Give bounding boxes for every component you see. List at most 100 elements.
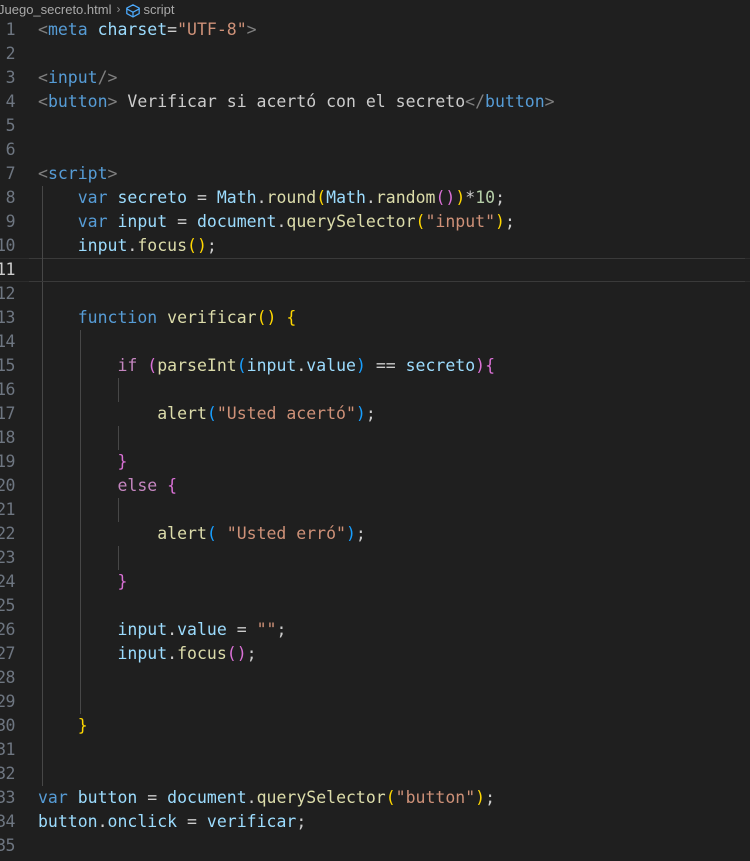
line-number: 8 — [5, 188, 15, 207]
code-line[interactable]: 24 } — [0, 570, 750, 594]
code-line[interactable]: 31 — [0, 738, 750, 762]
indent-guide — [118, 426, 119, 450]
line-number: 31 — [0, 740, 15, 759]
breadcrumb-separator: › — [116, 2, 121, 16]
line-content[interactable]: <button> Verificar si acertó con el secr… — [38, 90, 555, 114]
code-line[interactable]: 26 input.value = ""; — [0, 618, 750, 642]
line-content[interactable]: } — [38, 714, 88, 738]
line-number: 22 — [0, 524, 15, 543]
breadcrumb[interactable]: Juego_secreto.html › script — [0, 0, 750, 18]
indent-guide — [42, 690, 43, 714]
code-line[interactable]: 6 — [0, 138, 750, 162]
line-number: 17 — [0, 404, 15, 423]
code-line[interactable]: 4 <button> Verificar si acertó con el se… — [0, 90, 750, 114]
code-line[interactable]: 17 alert("Usted acertó"); — [0, 402, 750, 426]
code-line[interactable]: 34 button.onclick = verificar; — [0, 810, 750, 834]
code-line[interactable]: 10 input.focus(); — [0, 234, 750, 258]
line-content[interactable]: var button = document.querySelector("but… — [38, 786, 495, 810]
code-line[interactable]: 22 alert( "Usted erró"); — [0, 522, 750, 546]
line-number: 19 — [0, 452, 15, 471]
code-line[interactable]: 33 var button = document.querySelector("… — [0, 786, 750, 810]
code-line[interactable]: 8 var secreto = Math.round(Math.random()… — [0, 186, 750, 210]
code-line[interactable]: 13 function verificar() { — [0, 306, 750, 330]
breadcrumb-symbol[interactable]: script — [143, 2, 174, 17]
indent-guide — [42, 498, 43, 522]
indent-guide — [118, 498, 119, 522]
line-content[interactable]: input.focus(); — [38, 234, 217, 258]
code-line[interactable]: 18 — [0, 426, 750, 450]
code-line[interactable]: 5 — [0, 114, 750, 138]
line-number: 11 — [0, 260, 15, 279]
code-line[interactable]: 27 input.focus(); — [0, 642, 750, 666]
indent-guide — [118, 378, 119, 402]
indent-guide — [42, 426, 43, 450]
line-content[interactable]: var secreto = Math.round(Math.random())*… — [38, 186, 505, 210]
line-content[interactable]: var input = document.querySelector("inpu… — [38, 210, 515, 234]
code-line[interactable]: 25 — [0, 594, 750, 618]
line-number: 15 — [0, 356, 15, 375]
indent-guide — [42, 594, 43, 618]
line-content[interactable]: <input/> — [38, 66, 117, 90]
line-content[interactable]: alert( "Usted erró"); — [38, 522, 366, 546]
code-line[interactable]: 14 — [0, 330, 750, 354]
code-line[interactable]: 1 <meta charset="UTF-8"> — [0, 18, 750, 42]
indent-guide — [80, 546, 81, 570]
breadcrumb-file[interactable]: Juego_secreto.html — [0, 2, 111, 17]
line-number: 7 — [5, 164, 15, 183]
line-number: 26 — [0, 620, 15, 639]
indent-guide — [80, 666, 81, 690]
indent-guide — [42, 330, 43, 354]
line-content[interactable]: alert("Usted acertó"); — [38, 402, 376, 426]
code-line[interactable]: 23 — [0, 546, 750, 570]
indent-guide — [42, 258, 43, 282]
code-line-active[interactable]: 11 — [0, 258, 750, 282]
line-content[interactable]: } — [38, 450, 127, 474]
code-line[interactable]: 20 else { — [0, 474, 750, 498]
code-line[interactable]: 21 — [0, 498, 750, 522]
code-line[interactable]: 28 — [0, 666, 750, 690]
line-content[interactable]: <meta charset="UTF-8"> — [38, 18, 257, 42]
line-number: 14 — [0, 332, 15, 351]
line-number: 21 — [0, 500, 15, 519]
code-line[interactable]: 2 — [0, 42, 750, 66]
indent-guide — [80, 498, 81, 522]
line-content[interactable]: button.onclick = verificar; — [38, 810, 306, 834]
code-line[interactable]: 9 var input = document.querySelector("in… — [0, 210, 750, 234]
indent-guide — [80, 690, 81, 714]
line-number: 12 — [0, 284, 15, 303]
indent-guide — [42, 378, 43, 402]
code-line[interactable]: 30 } — [0, 714, 750, 738]
line-number: 2 — [5, 44, 15, 63]
line-number: 25 — [0, 596, 15, 615]
line-content[interactable]: function verificar() { — [38, 306, 297, 330]
code-line[interactable]: 12 — [0, 282, 750, 306]
code-line[interactable]: 29 — [0, 690, 750, 714]
line-number: 33 — [0, 788, 15, 807]
indent-guide — [42, 546, 43, 570]
line-number: 24 — [0, 572, 15, 591]
cube-icon — [125, 3, 141, 18]
line-content[interactable]: if (parseInt(input.value) == secreto){ — [38, 354, 495, 378]
line-number: 6 — [5, 140, 15, 159]
code-line[interactable]: 32 — [0, 762, 750, 786]
code-line[interactable]: 35 — [0, 834, 750, 858]
line-number: 34 — [0, 812, 15, 831]
code-line[interactable]: 7 <script> — [0, 162, 750, 186]
indent-guide — [80, 594, 81, 618]
line-number: 20 — [0, 476, 15, 495]
code-editor-surface[interactable]: 1 <meta charset="UTF-8"> 2 3 <input/> 4 … — [0, 18, 750, 861]
line-content[interactable]: else { — [38, 474, 177, 498]
line-number: 5 — [5, 116, 15, 135]
line-content[interactable]: <script> — [38, 162, 117, 186]
code-line[interactable]: 19 } — [0, 450, 750, 474]
line-number: 4 — [5, 92, 15, 111]
line-number: 28 — [0, 668, 15, 687]
code-line[interactable]: 16 — [0, 378, 750, 402]
line-content[interactable]: } — [38, 570, 127, 594]
code-line[interactable]: 3 <input/> — [0, 66, 750, 90]
line-content[interactable]: input.value = ""; — [38, 618, 286, 642]
line-content[interactable]: input.focus(); — [38, 642, 256, 666]
line-number: 18 — [0, 428, 15, 447]
indent-guide — [80, 378, 81, 402]
code-line[interactable]: 15 if (parseInt(input.value) == secreto)… — [0, 354, 750, 378]
